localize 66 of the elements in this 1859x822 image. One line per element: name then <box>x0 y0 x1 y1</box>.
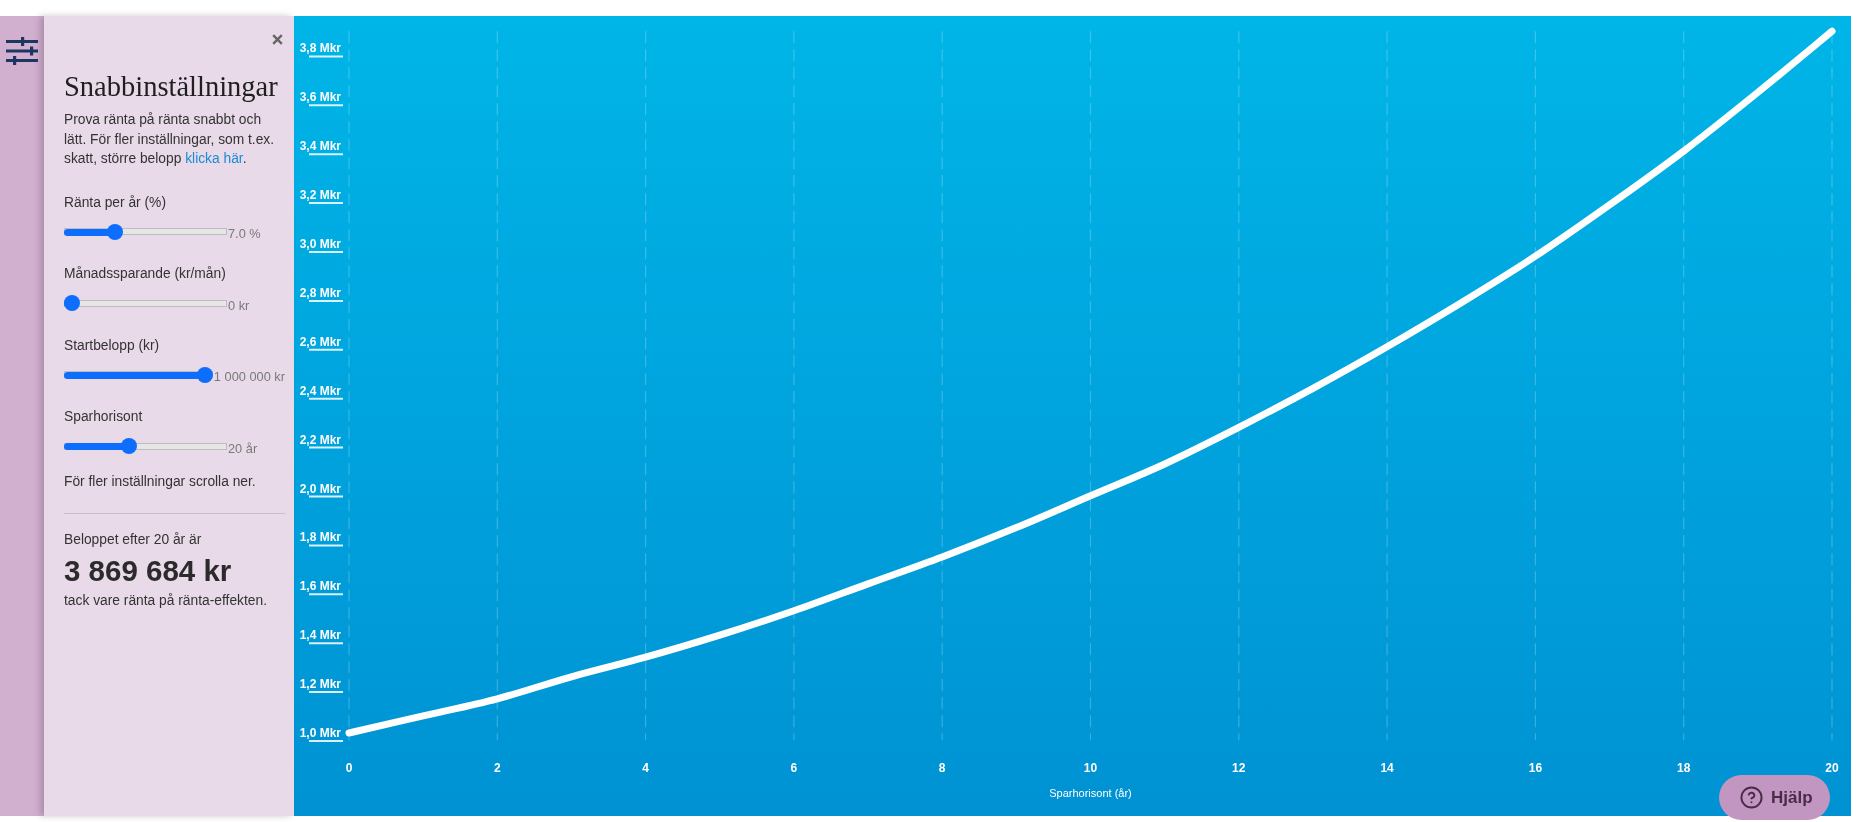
slider-value: 1 000 000 kr <box>213 368 285 385</box>
x-axis-label: 8 <box>938 761 946 775</box>
result-footnote: tack vare ränta på ränta-effekten. <box>64 592 268 610</box>
y-axis-label: 3,6 Mkr <box>299 90 341 105</box>
slider-thumb[interactable] <box>64 295 80 311</box>
result-caption: Beloppet efter 20 år är <box>64 531 203 549</box>
y-axis-label: 1,6 Mkr <box>299 579 341 594</box>
tick-mark <box>308 299 344 302</box>
y-axis-label: 3,8 Mkr <box>299 41 341 56</box>
close-button[interactable] <box>272 34 283 45</box>
y-axis-label: 3,0 Mkr <box>299 237 341 251</box>
slider-thumb[interactable] <box>106 223 123 240</box>
x-axis-label: 14 <box>1380 761 1394 775</box>
y-axis-label: 2,2 Mkr <box>299 432 341 447</box>
slider-thumb[interactable] <box>121 438 138 454</box>
tick-mark <box>308 202 344 205</box>
tick-mark <box>308 691 344 694</box>
tick-mark <box>308 495 344 498</box>
tick-mark <box>308 397 344 400</box>
y-axis-label: 1,2 Mkr <box>299 677 341 692</box>
slider-thumb[interactable] <box>196 366 213 383</box>
tick-mark <box>308 740 344 742</box>
x-axis-label: 20 <box>1825 761 1839 775</box>
y-axis-label: 2,8 Mkr <box>299 285 341 300</box>
close-icon <box>272 34 283 45</box>
y-axis-label: 1,0 Mkr <box>299 726 341 740</box>
x-axis-label: 0 <box>345 761 353 775</box>
x-axis-label: 2 <box>493 761 501 775</box>
slider-label: Sparhorisont <box>64 408 144 426</box>
help-button[interactable]: Hjälp <box>1719 775 1830 820</box>
x-axis-label: 4 <box>642 761 649 775</box>
slider-value: 0 kr <box>228 296 250 314</box>
tick-mark <box>308 348 344 351</box>
slider-label: Ränta per år (%) <box>64 193 167 212</box>
x-axis-label: 12 <box>1232 761 1246 775</box>
y-axis-label: 2,6 Mkr <box>299 334 341 349</box>
y-axis-label: 1,8 Mkr <box>299 530 341 545</box>
slider-label: Månadssparande (kr/mån) <box>64 265 227 283</box>
more-settings-link[interactable]: klicka här <box>185 151 243 166</box>
x-axis-label: 16 <box>1528 761 1543 775</box>
x-axis-label: 18 <box>1677 761 1691 775</box>
x-axis-label: 6 <box>790 761 798 775</box>
panel-title: Snabbinställningar <box>64 71 279 103</box>
y-axis-label: 2,4 Mkr <box>299 383 341 398</box>
slider-label: Startbelopp (kr) <box>64 336 161 355</box>
tick-mark <box>308 55 344 58</box>
y-axis-label: 3,2 Mkr <box>299 188 341 203</box>
y-axis-label: 2,0 Mkr <box>299 481 341 496</box>
sliders-icon[interactable] <box>6 37 38 65</box>
slider-value: 7.0 % <box>228 225 261 242</box>
x-axis-label: 10 <box>1083 761 1098 775</box>
y-axis-label: 1,4 Mkr <box>299 628 341 643</box>
result-amount: 3 869 684 kr <box>64 553 233 588</box>
scroll-hint: För fler inställningar scrolla ner. <box>64 473 257 491</box>
help-icon <box>1740 786 1763 809</box>
intro-text: Prova ränta på ränta snabbt och lätt. För fler inställningar, som t.ex. skatt, större belopp klicka här. <box>64 111 276 168</box>
tick-mark <box>308 544 344 547</box>
tick-mark <box>308 593 344 596</box>
tick-mark <box>308 104 344 107</box>
tick-mark <box>308 642 344 645</box>
tick-mark <box>308 153 344 156</box>
tick-mark <box>308 251 344 253</box>
x-axis-title: Sparhorisont (år) <box>1049 787 1132 799</box>
y-axis-label: 3,4 Mkr <box>299 139 341 154</box>
slider-value: 20 år <box>228 439 258 457</box>
tick-mark <box>308 446 344 449</box>
